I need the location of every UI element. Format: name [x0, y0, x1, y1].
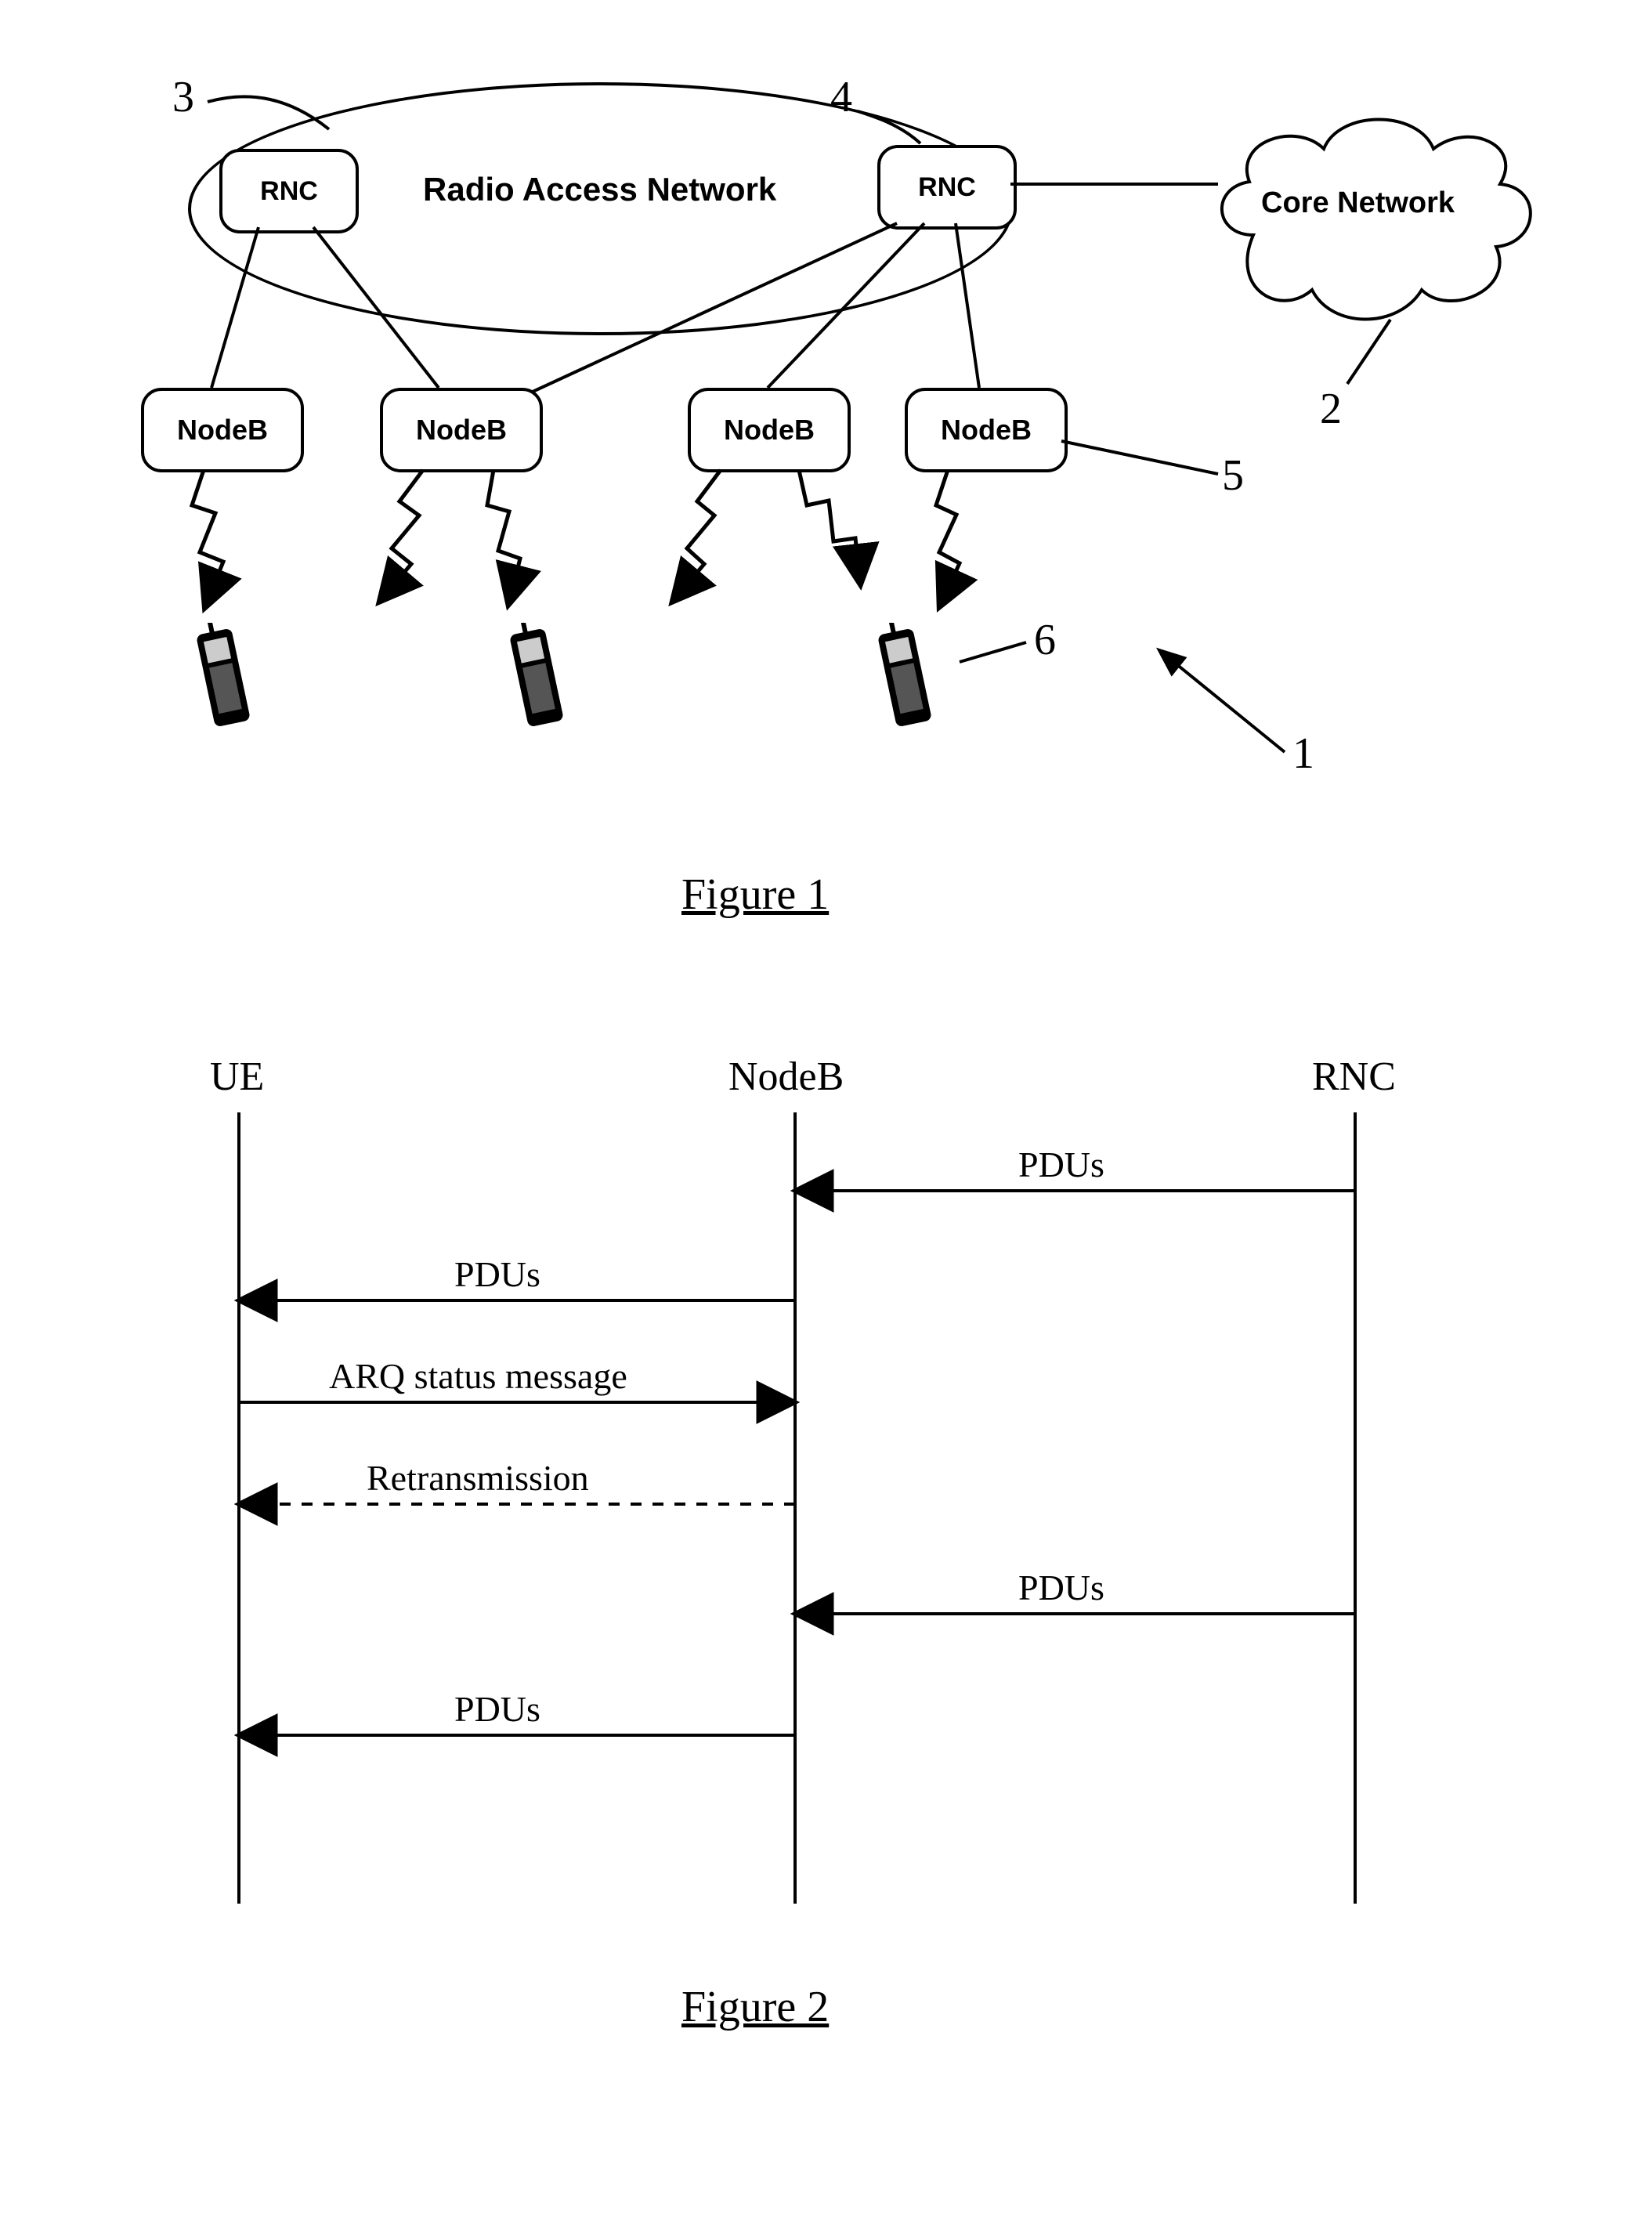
nodeb-4-label: NodeB: [941, 414, 1032, 447]
nodeb-4: NodeB: [905, 388, 1068, 472]
ref-6: 6: [1034, 615, 1056, 665]
fig2-rnc-label: RNC: [1312, 1054, 1396, 1100]
fig2-msg-pdus-rnc1: PDUs: [1018, 1144, 1104, 1185]
nodeb-2: NodeB: [380, 388, 543, 472]
fig2-nodeb-label: NodeB: [728, 1054, 844, 1100]
phone-2: [509, 623, 564, 732]
ran-label: Radio Access Network: [423, 171, 776, 208]
nodeb-3-label: NodeB: [724, 414, 815, 447]
nodeb-1-label: NodeB: [177, 414, 268, 447]
rnc-left: RNC: [219, 149, 359, 233]
phone-3: [877, 623, 932, 732]
fig2-ue-label: UE: [210, 1054, 264, 1100]
nodeb-2-label: NodeB: [416, 414, 507, 447]
ref-5: 5: [1222, 450, 1244, 501]
fig2-caption: Figure 2: [681, 1982, 829, 2032]
rnc-right-label: RNC: [918, 172, 976, 203]
fig2-msg-arq: ARQ status message: [329, 1355, 627, 1397]
fig2-msg-retx: Retransmission: [367, 1457, 589, 1499]
ref-2: 2: [1320, 384, 1342, 434]
fig1-caption: Figure 1: [681, 870, 829, 920]
rnc-left-label: RNC: [260, 176, 318, 207]
ref-4: 4: [830, 72, 852, 122]
core-network-label: Core Network: [1261, 186, 1455, 220]
fig2-msg-pdus-rnc2: PDUs: [1018, 1567, 1104, 1608]
ref-1: 1: [1292, 729, 1314, 779]
fig2-msg-pdus-nb1: PDUs: [454, 1253, 540, 1295]
fig2-msg-pdus-nb2: PDUs: [454, 1688, 540, 1730]
rnc-right: RNC: [877, 145, 1017, 230]
nodeb-1: NodeB: [141, 388, 304, 472]
ref-3: 3: [172, 72, 194, 122]
phone-1: [196, 623, 251, 732]
nodeb-3: NodeB: [688, 388, 851, 472]
